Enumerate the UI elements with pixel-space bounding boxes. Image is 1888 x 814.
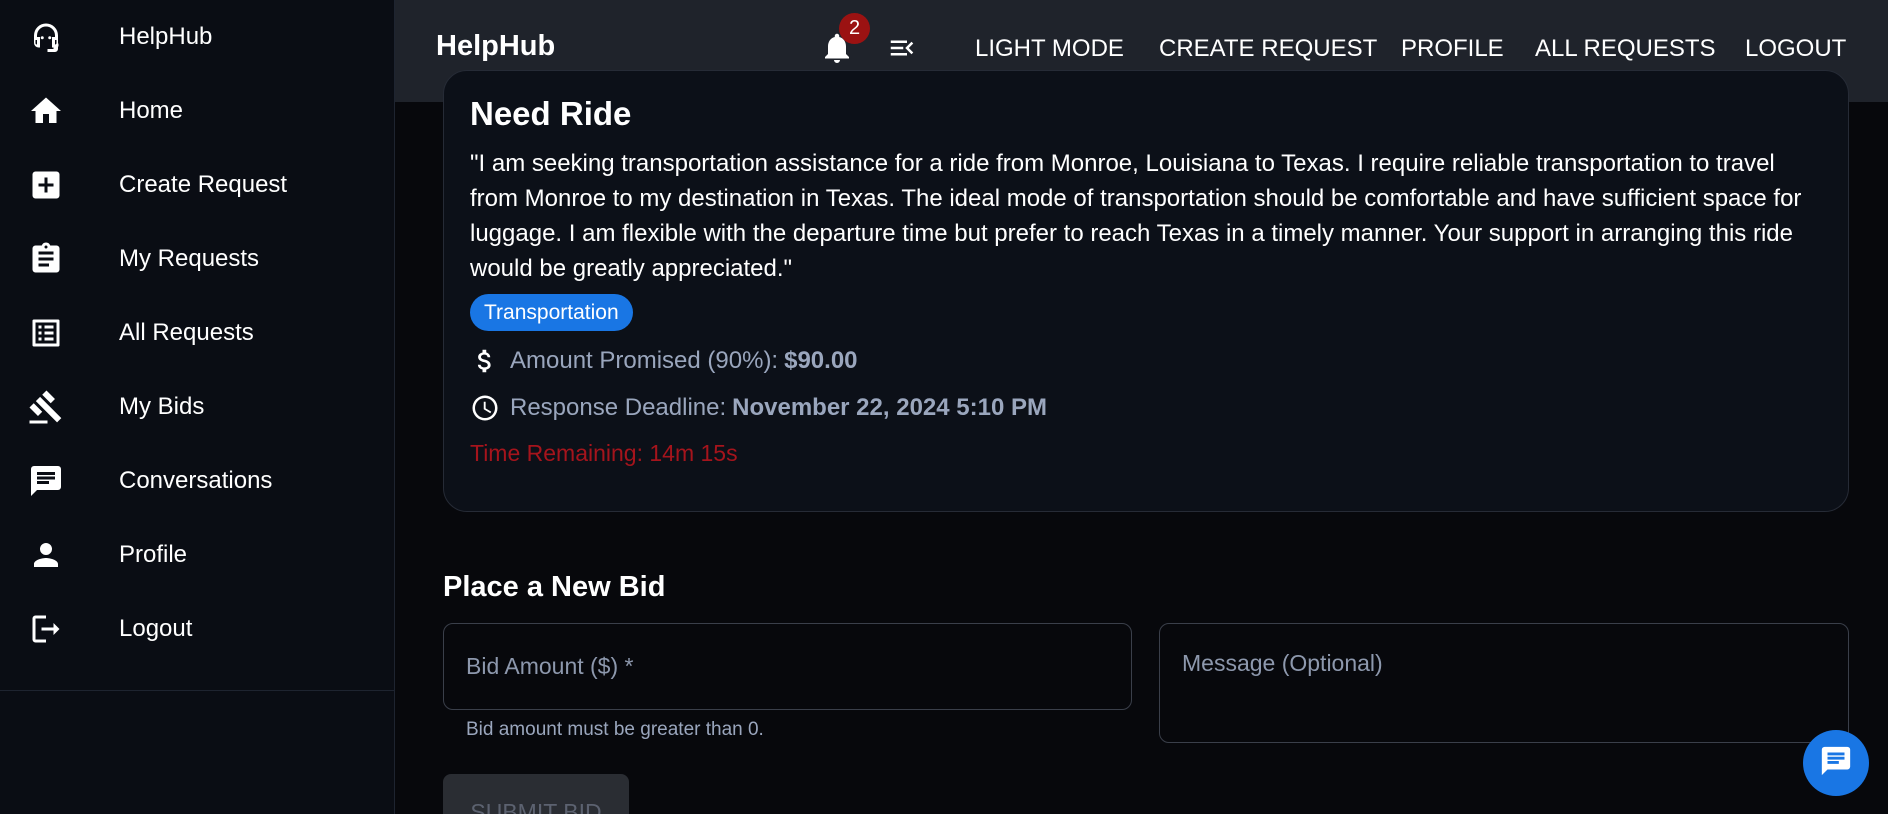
sidebar-item-all-requests[interactable]: All Requests — [0, 296, 394, 370]
sidebar-item-label: My Bids — [119, 393, 205, 420]
menu-collapse-icon[interactable] — [885, 33, 919, 63]
deadline-row: Response Deadline: November 22, 2024 5:1… — [470, 393, 1047, 423]
sidebar-item-label: Create Request — [119, 171, 288, 198]
time-remaining: Time Remaining: 14m 15s — [470, 440, 738, 466]
clock-icon — [470, 393, 500, 423]
amount-label: Amount Promised (90%): — [510, 347, 779, 374]
sidebar-item-profile[interactable]: Profile — [0, 518, 394, 592]
deadline-value: November 22, 2024 5:10 PM — [732, 394, 1047, 421]
clipboard-icon — [27, 240, 65, 278]
request-description: "I am seeking transportation assistance … — [470, 150, 1802, 282]
deadline-label: Response Deadline: — [510, 394, 727, 421]
headset-icon — [27, 18, 65, 56]
bid-section-title: Place a New Bid — [443, 571, 666, 603]
sidebar-item-label: Home — [119, 97, 184, 124]
bid-amount-helper-text: Bid amount must be greater than 0. — [466, 719, 764, 740]
amount-row: Amount Promised (90%): $90.00 — [470, 346, 858, 376]
sidebar-item-my-requests[interactable]: My Requests — [0, 222, 394, 296]
chat-fab-button[interactable] — [1803, 730, 1869, 796]
sidebar-item-label: Logout — [119, 615, 193, 642]
message-textarea[interactable] — [1159, 623, 1849, 743]
sidebar-item-conversations[interactable]: Conversations — [0, 444, 394, 518]
sidebar-divider — [0, 690, 395, 691]
chat-icon — [27, 462, 65, 500]
chat-icon — [1819, 744, 1853, 783]
request-title: Need Ride — [470, 95, 632, 132]
category-chip[interactable]: Transportation — [470, 294, 633, 331]
person-icon — [27, 536, 65, 574]
sidebar-item-create-request[interactable]: Create Request — [0, 148, 394, 222]
logout-icon — [27, 610, 65, 648]
sidebar: HelpHub Home Create Request My Requests … — [0, 0, 395, 814]
sidebar-item-helphub[interactable]: HelpHub — [0, 0, 394, 74]
nav-light-mode[interactable]: LIGHT MODE — [975, 35, 1124, 63]
list-icon — [27, 314, 65, 352]
dollar-icon — [470, 346, 500, 376]
brand-title[interactable]: HelpHub — [436, 30, 555, 63]
sidebar-item-logout[interactable]: Logout — [0, 592, 394, 666]
nav-profile[interactable]: PROFILE — [1401, 35, 1504, 63]
gavel-icon — [27, 388, 65, 426]
nav-all-requests[interactable]: ALL REQUESTS — [1535, 35, 1716, 63]
amount-value: $90.00 — [784, 347, 858, 374]
sidebar-item-label: HelpHub — [119, 23, 213, 50]
sidebar-item-home[interactable]: Home — [0, 74, 394, 148]
nav-logout[interactable]: LOGOUT — [1745, 35, 1846, 63]
sidebar-item-my-bids[interactable]: My Bids — [0, 370, 394, 444]
sidebar-item-label: Conversations — [119, 467, 273, 494]
sidebar-list: HelpHub Home Create Request My Requests … — [0, 0, 394, 666]
bid-amount-input[interactable] — [443, 623, 1132, 710]
sidebar-item-label: Profile — [119, 541, 188, 568]
submit-bid-button[interactable]: SUBMIT BID — [443, 774, 629, 814]
sidebar-item-label: All Requests — [119, 319, 254, 346]
notification-badge: 2 — [839, 13, 870, 44]
home-icon — [27, 92, 65, 130]
nav-create-request[interactable]: CREATE REQUEST — [1159, 35, 1377, 63]
add-box-icon — [27, 166, 65, 204]
sidebar-item-label: My Requests — [119, 245, 260, 272]
